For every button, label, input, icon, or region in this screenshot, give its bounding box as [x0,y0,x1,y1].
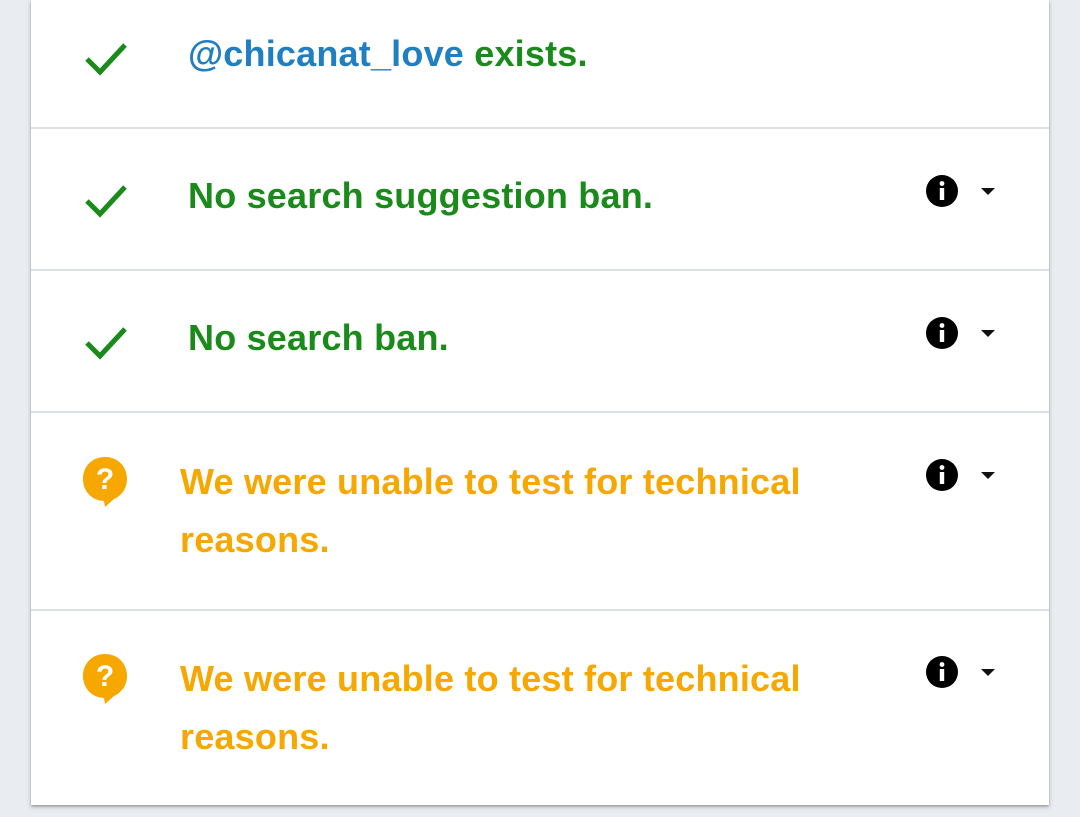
unable-test-line-2: reasons. [180,716,330,757]
exists-message: @chicanat_love exists. [188,25,588,83]
result-row-unable-test-1: ? We were unable to test for technical r… [31,413,1049,611]
question-bubble-icon: ? [81,457,129,507]
row-controls [925,173,1015,209]
chevron-down-icon[interactable] [979,327,997,339]
result-row-unable-test-2: ? We were unable to test for technical r… [31,611,1049,805]
check-icon [81,176,129,224]
check-icon [81,318,129,366]
account-handle-link[interactable]: @chicanat_love [188,33,464,74]
svg-text:?: ? [96,660,114,693]
chevron-down-icon[interactable] [979,469,997,481]
result-row-search-ban: No search ban. [31,271,1049,413]
suggestion-ban-message: No search suggestion ban. [188,175,654,216]
chevron-down-icon[interactable] [979,185,997,197]
search-ban-message: No search ban. [188,317,449,358]
row-controls [925,457,1015,493]
unable-test-message: We were unable to test for technical rea… [180,650,801,766]
unable-test-line-1: We were unable to test for technical [180,658,801,699]
info-icon[interactable] [925,655,959,689]
chevron-down-icon[interactable] [979,666,997,678]
check-icon [81,34,129,82]
result-row-exists: @chicanat_love exists. [31,0,1049,129]
info-icon[interactable] [925,174,959,208]
row-controls [925,654,1015,690]
info-icon[interactable] [925,316,959,350]
info-icon[interactable] [925,458,959,492]
exists-label: exists. [464,33,588,74]
result-row-suggestion-ban: No search suggestion ban. [31,129,1049,271]
question-bubble-icon: ? [81,654,129,704]
unable-test-message: We were unable to test for technical rea… [180,453,801,569]
results-card: @chicanat_love exists. No search suggest… [31,0,1049,805]
unable-test-line-2: reasons. [180,519,330,560]
row-controls [925,315,1015,351]
svg-text:?: ? [96,463,114,496]
unable-test-line-1: We were unable to test for technical [180,461,801,502]
